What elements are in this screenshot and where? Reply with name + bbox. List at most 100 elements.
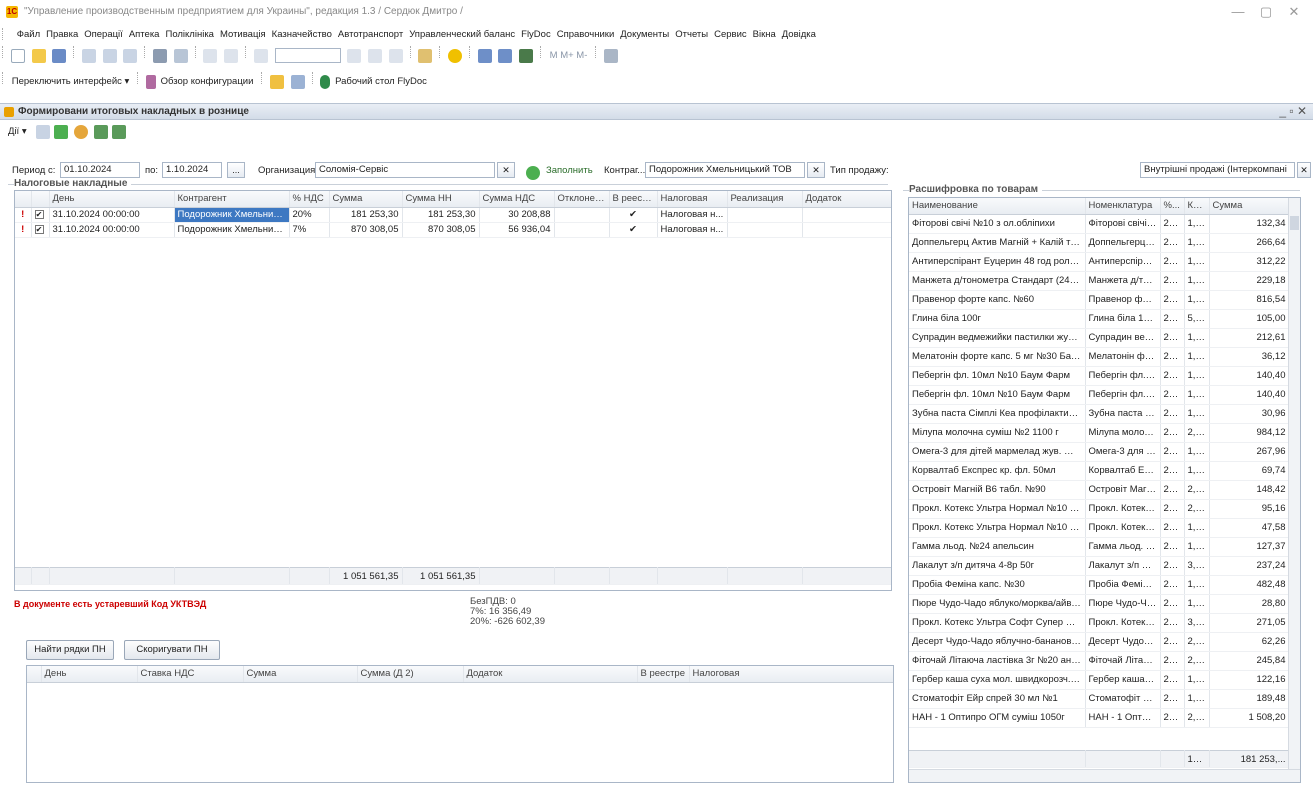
goods-row[interactable]: Лакалут з/п дитяча 4-8р 50г Лакалут з/п д… <box>909 556 1290 576</box>
invoice-row[interactable]: ! ✔ 31.10.2024 00:00:00 Подорожник Хмельниц… <box>15 222 891 238</box>
copy-icon[interactable] <box>102 49 117 63</box>
invoices-column-header[interactable]: Налоговая <box>657 191 728 208</box>
org-clear-button[interactable]: ✕ <box>497 162 515 178</box>
fill-button[interactable]: Заполнить <box>546 165 593 176</box>
menu-item[interactable]: Управленческий баланс <box>406 26 518 44</box>
save-icon[interactable] <box>52 49 67 63</box>
goods-row[interactable]: Зубна паста Сімплі Кеа профілактика па..… <box>909 404 1290 424</box>
invoices-column-header[interactable]: Сумма НН <box>402 191 480 208</box>
corrections-column-header[interactable]: День <box>41 666 138 683</box>
invoices-column-header[interactable]: Отклонен... <box>554 191 610 208</box>
invoice-row[interactable]: ! ✔ 31.10.2024 00:00:00 Подорожник Хмельниц… <box>15 207 891 223</box>
goods-row[interactable]: Манжета д/тонометра Стандарт (24-38см) Ма… <box>909 271 1290 291</box>
find-prev-icon[interactable] <box>388 49 403 63</box>
goods-row[interactable]: Глина біла 100г Глина біла 100г 20% 5,0... 1… <box>909 309 1290 329</box>
minimize-button[interactable]: — <box>1226 4 1250 20</box>
goods-row[interactable]: Пебергін фл. 10мл №10 Баум Фарм Пебергін … <box>909 385 1290 405</box>
row-checkbox[interactable]: ✔ <box>34 209 44 219</box>
counterparty-clear-button[interactable]: ✕ <box>807 162 825 178</box>
goods-row[interactable]: Гербер каша суха мол. швидкорозч. Мул...… <box>909 670 1290 690</box>
goods-column-header[interactable]: Сумма <box>1209 198 1290 215</box>
info-icon[interactable] <box>447 49 462 63</box>
corrections-column-header[interactable]: Налоговая <box>689 666 893 683</box>
switch-interface-button[interactable]: Переключить интерфейс ▾ <box>12 72 130 92</box>
refresh-icon[interactable] <box>54 125 68 139</box>
corrections-column-header[interactable]: Ставка НДС <box>137 666 244 683</box>
search-icon[interactable] <box>253 49 268 63</box>
goods-row[interactable]: Пюре Чудо-Чадо яблуко/морква/айва з ... П… <box>909 594 1290 614</box>
menu-item[interactable]: Автотранспорт <box>335 26 406 44</box>
invoices-column-header[interactable]: Сумма НДС <box>479 191 555 208</box>
goods-row[interactable]: Мілупа молочна суміш №2 1100 г Мілупа мол… <box>909 423 1290 443</box>
goods-row[interactable]: Прокл. Котекс Ультра Нормал №10 гер... Пр… <box>909 518 1290 538</box>
goods-column-header[interactable]: %... <box>1160 198 1185 215</box>
preview-icon[interactable] <box>173 49 188 63</box>
correct-button[interactable]: Скоригувати ПН <box>124 640 220 660</box>
period-to-input[interactable]: 1.10.2024 <box>162 162 222 178</box>
menu-item[interactable]: Аптека <box>126 26 163 44</box>
close-window-button[interactable]: ✕ <box>1282 4 1306 20</box>
menu-item[interactable]: Сервис <box>711 26 750 44</box>
menu-item[interactable]: Довідка <box>779 26 819 44</box>
goods-vertical-scrollbar[interactable] <box>1288 198 1300 770</box>
goods-row[interactable]: Корвалтаб Експрес кр. фл. 50мл Корвалтаб … <box>909 461 1290 481</box>
find-rows-button[interactable]: Найти рядки ПН <box>26 640 114 660</box>
goods-row[interactable]: Супрадин ведмежийки пастилки жув. №30 Суп… <box>909 328 1290 348</box>
invoices-column-header[interactable]: Додаток <box>802 191 891 208</box>
menu-item[interactable]: Мотивація <box>217 26 269 44</box>
invoices-column-header[interactable]: День <box>49 191 175 208</box>
memory-buttons[interactable]: M M+ M- <box>550 46 588 66</box>
menu-item[interactable]: Правка <box>43 26 81 44</box>
invoices-column-header[interactable] <box>31 191 50 208</box>
redo-icon[interactable] <box>224 49 239 63</box>
goods-row[interactable]: Мелатонін форте капс. 5 мг №30 Баум ... М… <box>909 347 1290 367</box>
arrow-icon[interactable] <box>269 75 284 89</box>
goods-row[interactable]: Антиперспірант Еуцерин 48 год роликов...… <box>909 252 1290 272</box>
goods-row[interactable]: Гамма льод. №24 апельсин Гамма льод. №...… <box>909 537 1290 557</box>
row-checkbox[interactable]: ✔ <box>34 224 44 234</box>
menu-item[interactable]: Поліклініка <box>162 26 216 44</box>
search-input[interactable] <box>274 48 341 63</box>
menu-item[interactable]: Операції <box>81 26 126 44</box>
actions-menu[interactable]: Дії ▾ <box>8 126 27 137</box>
invoices-table[interactable]: День Контрагент% НДС Сумма Сумма НН Сумма НД… <box>14 190 892 591</box>
sale-type-clear-button[interactable]: ✕ <box>1297 162 1311 178</box>
invoices-column-header[interactable]: В реестре <box>609 191 658 208</box>
goods-row[interactable]: Омега-3 для дітей мармелад жув. №60 Омега… <box>909 442 1290 462</box>
invoices-column-header[interactable]: Контрагент <box>174 191 290 208</box>
menu-item[interactable]: FlyDoc <box>518 26 554 44</box>
calendar-icon[interactable] <box>498 49 513 63</box>
period-select-button[interactable]: ... <box>227 162 245 178</box>
goods-row[interactable]: Прокл. Котекс Ультра Нормал №10 гер... Пр… <box>909 499 1290 519</box>
goods-row[interactable]: Пебергін фл. 10мл №10 Баум Фарм Пебергін … <box>909 366 1290 386</box>
undo-icon[interactable] <box>203 49 218 63</box>
goods-row[interactable]: Прокл. Котекс Ультра Софт Супер №16 ... П… <box>909 613 1290 633</box>
goods-row[interactable]: Доппельгерц Актив Магній + Калій табл...… <box>909 233 1290 253</box>
desktop-flydoc-button[interactable]: Рабочий стол FlyDoc <box>335 72 427 92</box>
goods-table[interactable]: Наименование Номенклатура%... Ко... Сумма Ф… <box>908 197 1301 783</box>
invoices-column-header[interactable]: % НДС <box>289 191 330 208</box>
menu-item[interactable]: Отчеты <box>672 26 711 44</box>
document-icon[interactable] <box>290 75 305 89</box>
copy-form-icon[interactable] <box>112 125 126 139</box>
goods-row[interactable]: Пробіа Феміна капс. №30 Пробіа Феміна ...… <box>909 575 1290 595</box>
cut-icon[interactable] <box>81 49 96 63</box>
config-overview-button[interactable]: Обзор конфигурации <box>161 72 254 92</box>
tools-icon[interactable] <box>603 49 618 63</box>
help-icon[interactable] <box>74 125 88 139</box>
counterparty-input[interactable]: Подорожник Хмельницький ТОВ <box>645 162 805 178</box>
corrections-table[interactable]: День Ставка НДС Сумма Сумма (Д 2) Додаток В р… <box>26 665 894 783</box>
goods-row[interactable]: Стоматофіт Ейр спрей 30 мл №1 Стоматофіт … <box>909 689 1290 709</box>
paste-icon[interactable] <box>123 49 138 63</box>
new-doc-icon[interactable] <box>10 49 25 63</box>
goods-row[interactable]: Правенор форте капс. №60 Правенор форт...… <box>909 290 1290 310</box>
goods-column-header[interactable]: Номенклатура <box>1085 198 1161 215</box>
period-from-input[interactable]: 01.10.2024 <box>60 162 140 178</box>
goods-horizontal-scrollbar[interactable] <box>909 769 1300 782</box>
goods-row[interactable]: Десерт Чудо-Чадо яблучно-банановий з ...… <box>909 632 1290 652</box>
search-options-icon[interactable] <box>347 49 362 63</box>
find-next-icon[interactable] <box>368 49 383 63</box>
back-icon[interactable] <box>36 125 50 139</box>
menu-item[interactable]: Казначейство <box>269 26 335 44</box>
goods-column-header[interactable]: Наименование <box>909 198 1086 215</box>
